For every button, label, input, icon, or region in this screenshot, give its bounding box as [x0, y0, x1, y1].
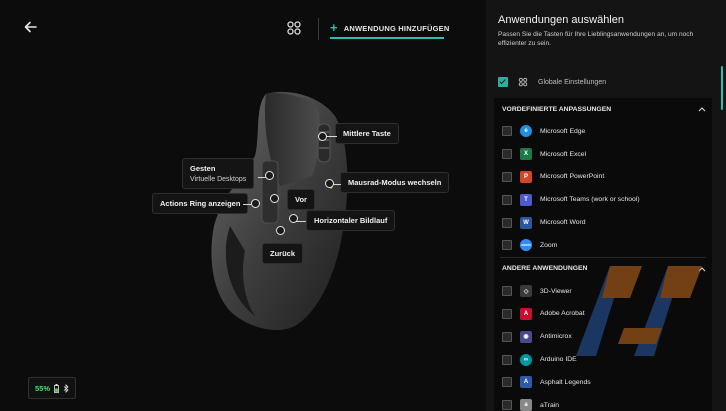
chevron-up-icon[interactable]: [698, 106, 706, 112]
callout-wheel-mode-label: Mausrad-Modus wechseln: [348, 178, 442, 187]
battery-status: 55%: [28, 377, 76, 399]
callout-actions-ring[interactable]: Actions Ring anzeigen: [152, 193, 249, 214]
app-checkbox[interactable]: [502, 377, 512, 388]
app-checkbox[interactable]: [502, 354, 512, 365]
add-application-underline: [330, 37, 444, 39]
app-checkbox[interactable]: [502, 194, 512, 205]
list-item[interactable]: zoom Zoom: [494, 234, 712, 257]
global-settings-row[interactable]: Globale Einstellungen: [498, 77, 606, 87]
app-checkbox[interactable]: [502, 331, 512, 342]
watermark-logo: [576, 266, 702, 356]
app-checkbox[interactable]: [502, 240, 512, 251]
app-label: Microsoft PowerPoint: [540, 173, 605, 181]
callout-gestures-sub: Virtuelle Desktops: [190, 176, 247, 183]
list-item[interactable]: A Asphalt Legends: [494, 371, 712, 394]
connector-line: [243, 204, 251, 205]
battery-icon: [54, 383, 59, 393]
callout-horizontal-scroll-label: Horizontaler Bildlauf: [314, 216, 388, 225]
mouse-configuration-area: + ANWENDUNG HINZUFÜGEN Mittlere Taste Ge…: [0, 0, 486, 411]
callout-gestures[interactable]: Gesten Virtuelle Desktops: [182, 158, 255, 189]
app-label: Microsoft Edge: [540, 127, 586, 135]
word-icon: W: [520, 216, 532, 229]
callout-back[interactable]: Zurück: [262, 243, 304, 264]
app-label: Microsoft Word: [540, 219, 586, 227]
hotspot-middle-button[interactable]: [318, 132, 327, 141]
grid-icon[interactable]: [286, 20, 302, 36]
add-application-button[interactable]: + ANWENDUNG HINZUFÜGEN: [330, 18, 449, 38]
arduino-icon: ∞: [520, 353, 532, 366]
panel-description: Passen Sie die Tasten für Ihre Lieblings…: [498, 31, 694, 47]
list-item[interactable]: W Microsoft Word: [494, 211, 712, 234]
callout-wheel-mode[interactable]: Mausrad-Modus wechseln: [340, 172, 450, 193]
edge-icon: e: [520, 125, 532, 138]
app-checkbox[interactable]: [502, 308, 512, 319]
asphalt-icon: A: [520, 376, 532, 389]
hotspot-back[interactable]: [276, 226, 285, 235]
list-item[interactable]: P Microsoft PowerPoint: [494, 166, 712, 189]
app-label: Microsoft Teams (work or school): [540, 196, 640, 204]
hotspot-gestures[interactable]: [265, 171, 274, 180]
app-label: Microsoft Excel: [540, 150, 587, 158]
connector-line: [333, 184, 341, 185]
excel-icon: X: [520, 148, 532, 161]
section-header[interactable]: VORDEFINIERTE ANPASSUNGEN: [494, 98, 712, 120]
hotspot-actions-ring[interactable]: [251, 199, 260, 208]
teams-icon: T: [520, 193, 532, 206]
plus-icon: +: [330, 20, 338, 35]
acrobat-icon: A: [520, 307, 532, 320]
list-item[interactable]: X Microsoft Excel: [494, 143, 712, 166]
app-checkbox[interactable]: [502, 171, 512, 182]
app-label: Asphalt Legends: [540, 378, 591, 386]
callout-actions-ring-label: Actions Ring anzeigen: [160, 199, 241, 208]
hotspot-horizontal-scroll[interactable]: [289, 214, 298, 223]
gamepad-icon: ◉: [520, 330, 532, 343]
list-item[interactable]: e Microsoft Edge: [494, 120, 712, 143]
grid-icon: [518, 77, 528, 87]
callout-middle-button-label: Mittlere Taste: [343, 129, 391, 138]
app-label: Zoom: [540, 241, 558, 249]
hotspot-forward[interactable]: [270, 194, 279, 203]
app-label: aTrain: [540, 401, 560, 409]
app-label: Antimicrox: [540, 333, 572, 341]
global-settings-label: Globale Einstellungen: [538, 78, 607, 86]
app-label: 3D-Viewer: [540, 287, 572, 295]
callout-forward-label: Vor: [295, 195, 307, 204]
header-divider: [318, 18, 319, 40]
section-title: VORDEFINIERTE ANPASSUNGEN: [502, 105, 612, 113]
callout-horizontal-scroll[interactable]: Horizontaler Bildlauf: [306, 210, 396, 231]
callout-middle-button[interactable]: Mittlere Taste: [335, 123, 399, 144]
back-arrow-icon[interactable]: [22, 18, 40, 36]
application-list: VORDEFINIERTE ANPASSUNGEN e Microsoft Edge…: [494, 98, 712, 411]
list-item[interactable]: a aTrain: [494, 394, 712, 411]
callout-forward[interactable]: Vor: [287, 189, 315, 210]
global-settings-checkbox[interactable]: [498, 77, 508, 87]
list-item[interactable]: T Microsoft Teams (work or school): [494, 188, 712, 211]
app-checkbox[interactable]: [502, 126, 512, 137]
atrain-icon: a: [520, 399, 532, 411]
app-checkbox[interactable]: [502, 149, 512, 160]
callout-back-label: Zurück: [270, 249, 296, 258]
add-application-label: ANWENDUNG HINZUFÜGEN: [343, 23, 450, 33]
app-checkbox[interactable]: [502, 286, 512, 297]
panel-title: Anwendungen auswählen: [498, 14, 624, 26]
callout-gestures-title: Gesten: [190, 164, 216, 173]
scrollbar[interactable]: [721, 66, 723, 110]
zoom-icon: zoom: [520, 239, 532, 252]
app-checkbox[interactable]: [502, 400, 512, 411]
hotspot-wheel-mode[interactable]: [325, 179, 334, 188]
connector-line: [296, 221, 306, 222]
bluetooth-icon: [63, 383, 69, 393]
powerpoint-icon: P: [520, 170, 532, 183]
3d-viewer-icon: ◇: [520, 285, 532, 298]
battery-percent: 55%: [34, 383, 50, 393]
app-checkbox[interactable]: [502, 217, 512, 228]
